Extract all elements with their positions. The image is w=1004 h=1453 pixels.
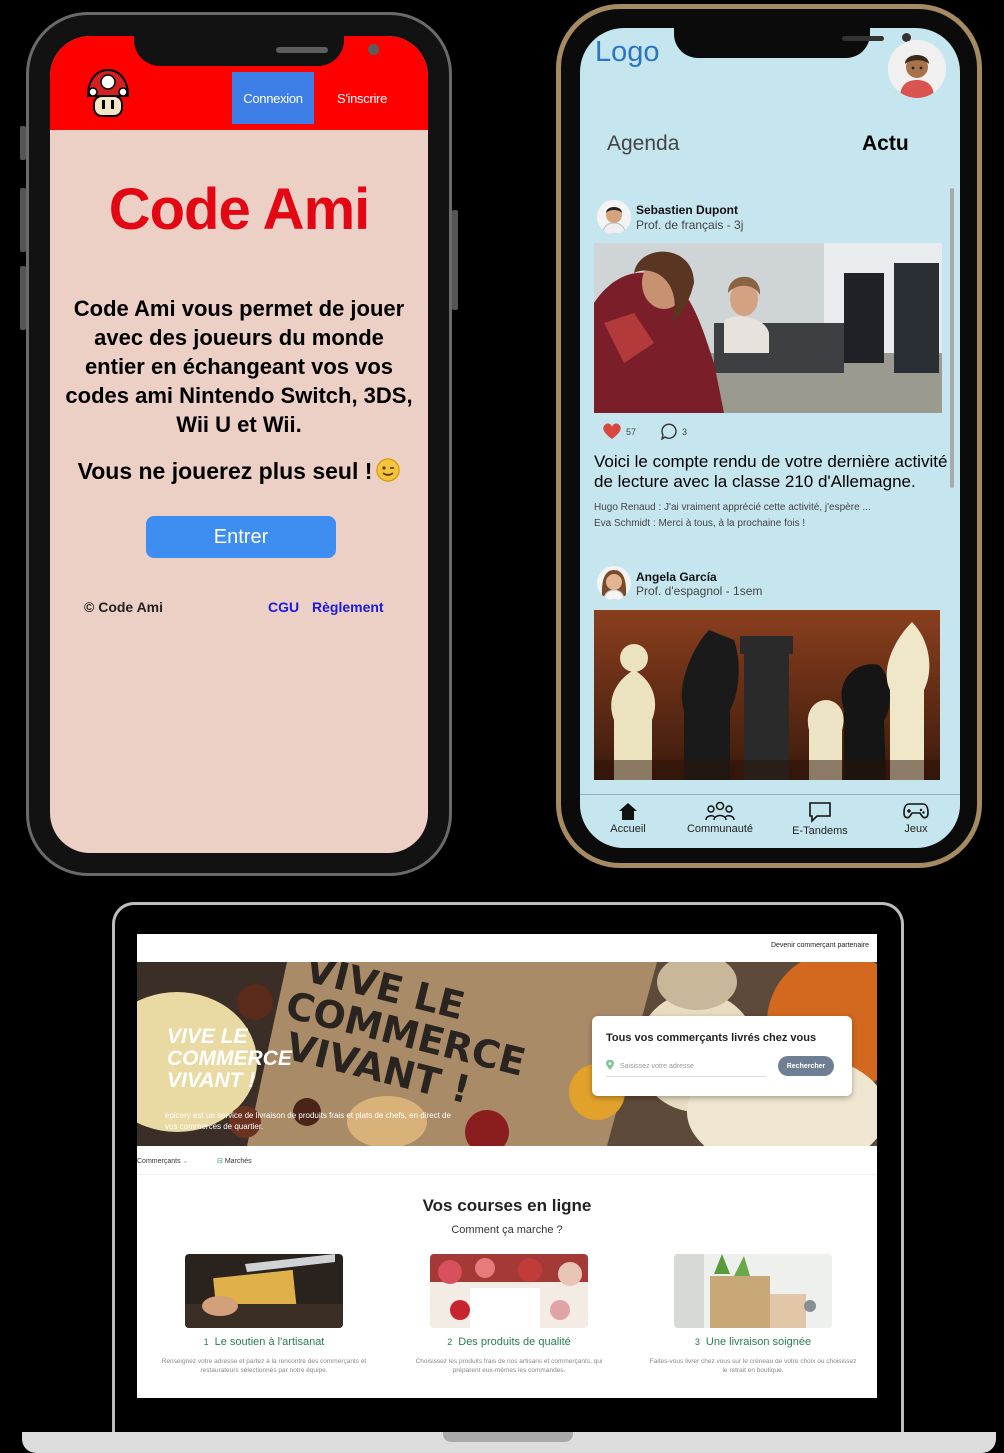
address-search-card: Tous vos commerçants livrés chez vous Sa… [592,1016,852,1096]
phone2-screen: Logo Agenda Actu Sebastien Dupont Prof. … [580,28,960,848]
connexion-button[interactable]: Connexion [232,72,314,124]
user-avatar[interactable] [888,40,946,98]
phone1-power-button [452,210,458,310]
phone1-side-button [20,188,26,252]
post-author[interactable]: Sebastien Dupont [636,203,738,217]
post-meta: Prof. d'espagnol - 1sem [636,584,763,598]
tab-actu[interactable]: Actu [862,132,909,156]
codeami-tagline: Vous ne jouerez plus seul ! [64,458,414,485]
step-description: Faites-vous livrer chez vous sur le crén… [649,1358,857,1374]
nav-marches[interactable]: ⊟ Marchés [217,1157,252,1165]
app-logo[interactable]: Logo [595,36,660,69]
nav-jeux[interactable]: Jeux [876,797,956,835]
step-title-text: Le soutien à l'artisanat [214,1336,325,1348]
tagline-text: Vous ne jouerez plus seul ! [77,458,373,484]
inscrire-button[interactable]: S'inscrire [326,72,398,124]
search-title: Tous vos commerçants livrés chez vous [606,1032,817,1044]
step-image-delivery [674,1254,832,1328]
nav-marches-label: Marchés [224,1158,252,1165]
enter-button[interactable]: Entrer [146,516,336,558]
step-title: 2 Des produits de qualité [394,1336,624,1348]
comment-icon[interactable] [660,422,678,445]
post-comment[interactable]: Hugo Renaud : J'ai vraiment apprécié cet… [594,502,950,513]
laptop-notch [443,1432,573,1442]
wink-emoji-icon [376,458,401,482]
home-icon [619,803,637,820]
post-text[interactable]: Voici le compte rendu de votre dernière … [594,452,950,492]
cgu-link[interactable]: CGU [268,599,299,615]
phone1-side-button [20,126,26,160]
reglement-link[interactable]: Règlement [312,599,384,615]
nav-label: Jeux [904,823,928,835]
phone1-camera [368,44,379,55]
section-subheading: Comment ça marche ? [451,1224,563,1236]
step-image-artisan [185,1254,343,1328]
step-image-products [430,1254,588,1328]
nav-label: Accueil [610,823,646,835]
partner-link[interactable]: Devenir commerçant partenaire [771,942,869,949]
nav-etandems[interactable]: E-Tandems [780,797,860,837]
category-nav: Commerçants ⌄ ⊟ Marchés [137,1148,877,1175]
step-description: Choisissez les produits frais de nos art… [415,1358,603,1374]
nav-accueil[interactable]: Accueil [588,797,668,835]
step-title-text: Une livraison soignée [705,1336,812,1348]
chat-icon [809,802,831,823]
step-number: 1 [203,1337,209,1347]
location-pin-icon [606,1059,614,1072]
nav-commercants-label: Commerçants [137,1158,181,1165]
codeami-title: Code Ami [108,177,371,242]
codeami-description: Code Ami vous permet de jouer avec des j… [65,296,413,437]
nav-commercants[interactable]: Commerçants ⌄ [137,1157,188,1165]
hero-title: VIVE LE COMMERCE VIVANT ! [167,1025,292,1092]
post-comment[interactable]: Eva Schmidt : Merci à tous, à la prochai… [594,518,950,529]
phone1-side-button [20,266,26,330]
address-placeholder: Saisissez votre adresse [620,1062,694,1070]
phone2-speaker [842,36,884,41]
address-input[interactable]: Saisissez votre adresse [606,1056,766,1077]
post-author[interactable]: Angela García [636,570,717,584]
search-button[interactable]: Rechercher [778,1056,834,1076]
feed-scrollbar[interactable] [950,188,954,488]
post-image-chess[interactable] [594,610,940,780]
phone1-notch [134,36,379,66]
heart-icon[interactable] [602,422,622,445]
nav-communaute[interactable]: Communauté [680,797,760,835]
step-description: Renseignez votre adresse et partez à la … [161,1358,367,1374]
section-heading: Vos courses en ligne [422,1196,592,1215]
phone1-screen: Connexion S'inscrire Code Ami Code Ami v… [50,36,428,853]
hero-subtitle: epicery est un service de livraison de p… [165,1111,451,1131]
step-number: 3 [694,1337,700,1347]
market-icon: ⊟ [217,1158,223,1165]
nav-label: E-Tandems [792,825,848,837]
step-number: 2 [447,1337,453,1347]
gamepad-icon [903,803,929,819]
chevron-down-icon: ⌄ [182,1158,189,1165]
bottom-nav: Accueil Communauté E-Tandems Jeux [580,794,960,848]
nav-label: Communauté [686,823,754,835]
step-title: 3 Une livraison soignée [638,1336,868,1348]
phone2-notch [674,28,911,58]
community-icon [705,801,735,821]
step-title: 1 Le soutien à l'artisanat [149,1336,379,1348]
post-meta: Prof. de français - 3j [636,218,744,232]
mushroom-logo-icon[interactable] [84,68,132,120]
like-count: 57 [626,427,637,437]
post-image-classroom[interactable] [594,243,942,413]
phone1-speaker [276,47,328,53]
tab-agenda[interactable]: Agenda [607,132,679,156]
laptop-screen: Devenir commerçant partenaire VIVE LE CO… [137,934,877,1398]
author-avatar[interactable] [597,566,631,600]
author-avatar[interactable] [597,200,631,234]
comment-count: 3 [682,427,688,437]
copyright-text: © Code Ami [84,599,164,615]
step-title-text: Des produits de qualité [458,1336,571,1348]
